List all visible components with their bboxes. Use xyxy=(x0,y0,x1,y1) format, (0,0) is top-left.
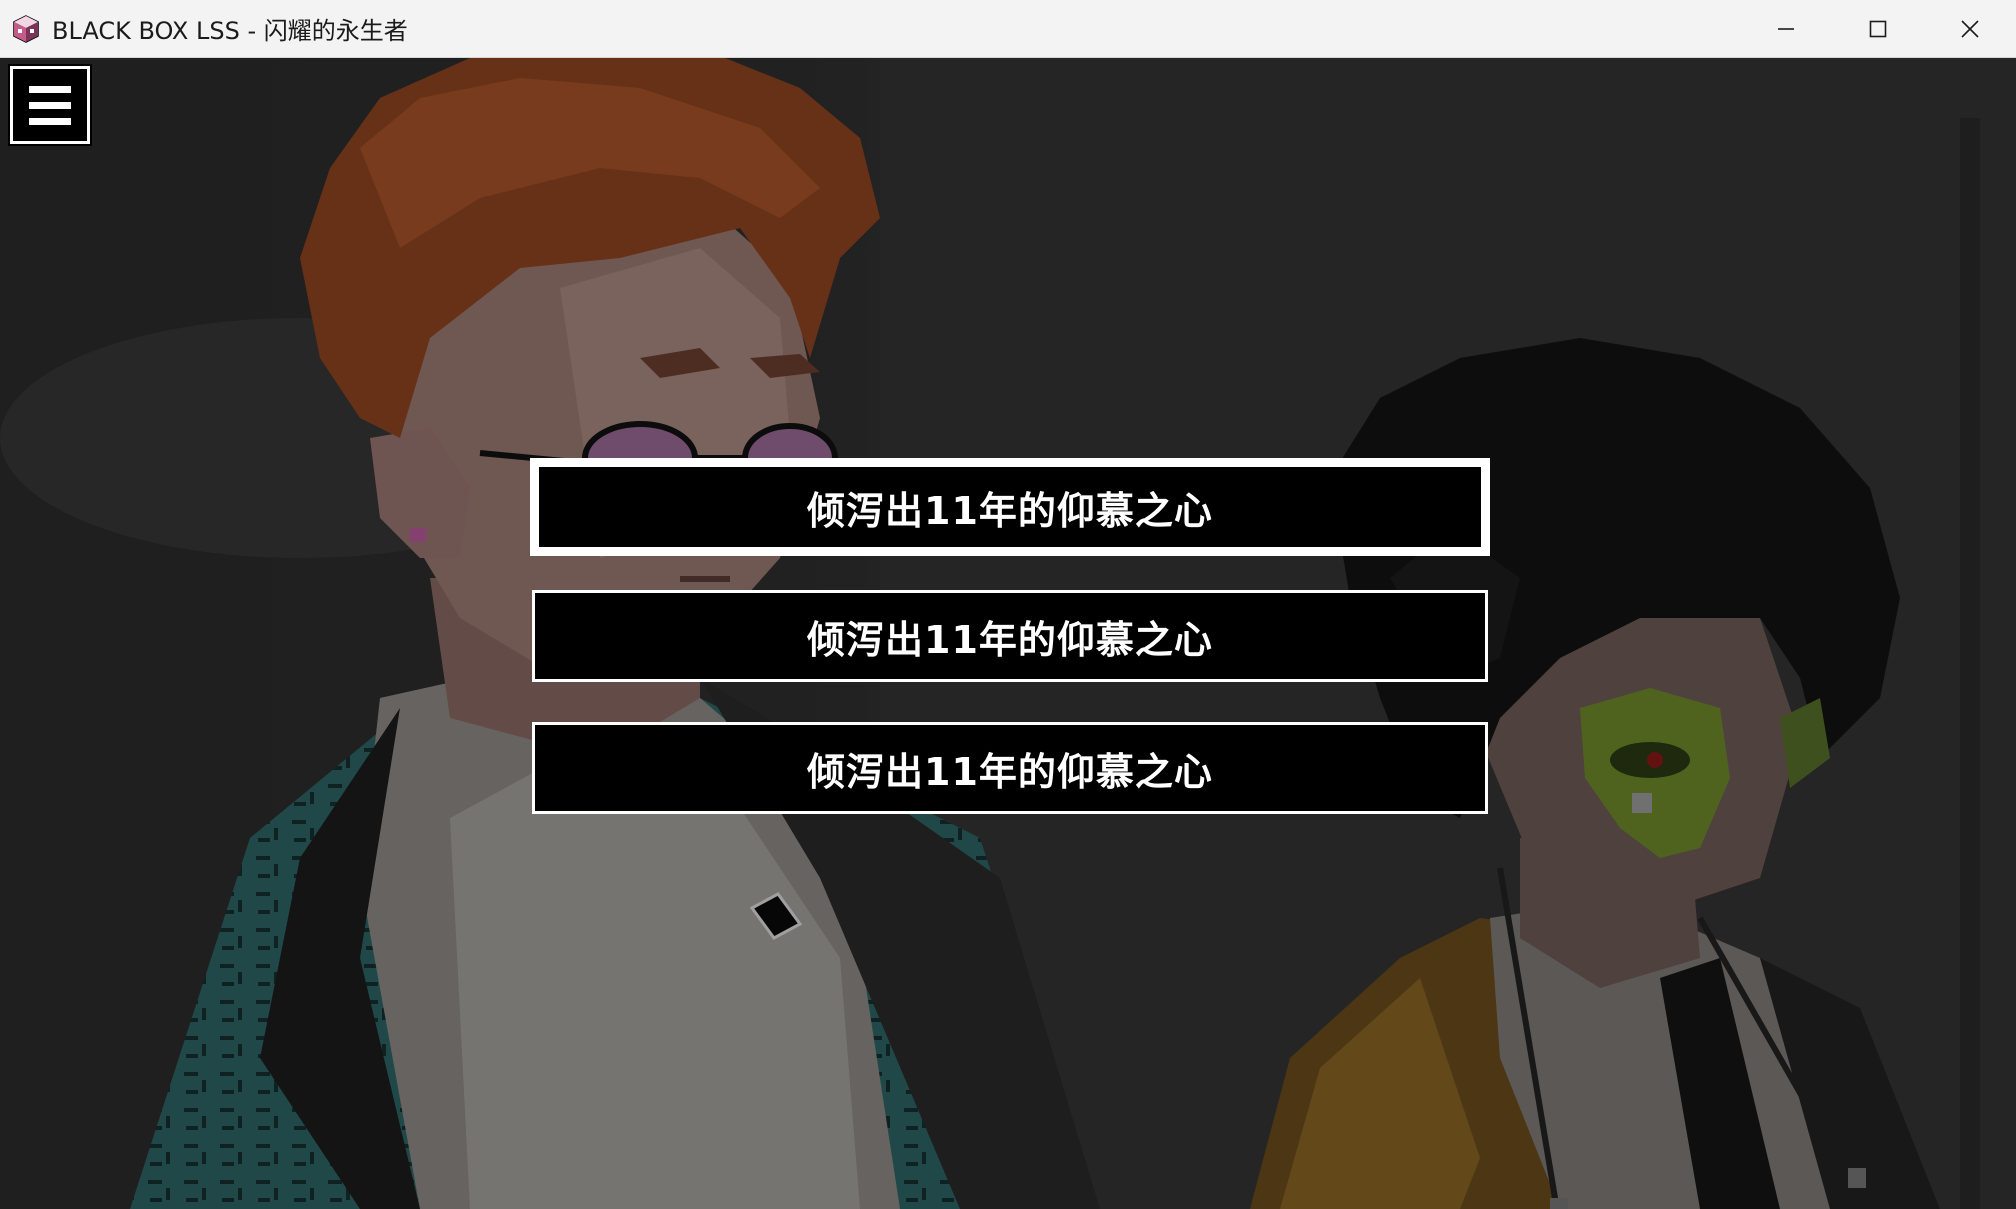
menu-button[interactable] xyxy=(10,66,90,144)
game-scene: 倾泻出11年的仰慕之心 倾泻出11年的仰慕之心 倾泻出11年的仰慕之心 xyxy=(0,58,2016,1209)
close-button[interactable] xyxy=(1924,0,2016,58)
choice-label: 倾泻出11年的仰慕之心 xyxy=(807,749,1213,794)
maximize-icon xyxy=(1869,20,1887,38)
maximize-button[interactable] xyxy=(1832,0,1924,58)
choice-menu: 倾泻出11年的仰慕之心 倾泻出11年的仰慕之心 倾泻出11年的仰慕之心 xyxy=(530,458,1490,854)
window-title: BLACK BOX LSS - 闪耀的永生者 xyxy=(52,17,408,45)
title-bar: BLACK BOX LSS - 闪耀的永生者 xyxy=(0,0,2016,58)
choice-label: 倾泻出11年的仰慕之心 xyxy=(807,488,1213,533)
hamburger-menu-icon-bar xyxy=(29,101,71,109)
pixel-cube-icon xyxy=(10,13,42,45)
minimize-button[interactable] xyxy=(1740,0,1832,58)
choice-option-2[interactable]: 倾泻出11年的仰慕之心 xyxy=(532,590,1488,682)
choice-option-3[interactable]: 倾泻出11年的仰慕之心 xyxy=(532,722,1488,814)
choice-option-1[interactable]: 倾泻出11年的仰慕之心 xyxy=(530,458,1490,556)
close-icon xyxy=(1961,20,1979,38)
game-window: BLACK BOX LSS - 闪耀的永生者 倾泻出11年的仰慕之心 倾泻出11… xyxy=(0,0,2016,1209)
hamburger-menu-icon-bar xyxy=(29,117,71,125)
minimize-icon xyxy=(1778,28,1794,30)
window-controls xyxy=(1740,0,2016,58)
hamburger-menu-icon xyxy=(29,85,71,93)
choice-label: 倾泻出11年的仰慕之心 xyxy=(807,617,1213,662)
